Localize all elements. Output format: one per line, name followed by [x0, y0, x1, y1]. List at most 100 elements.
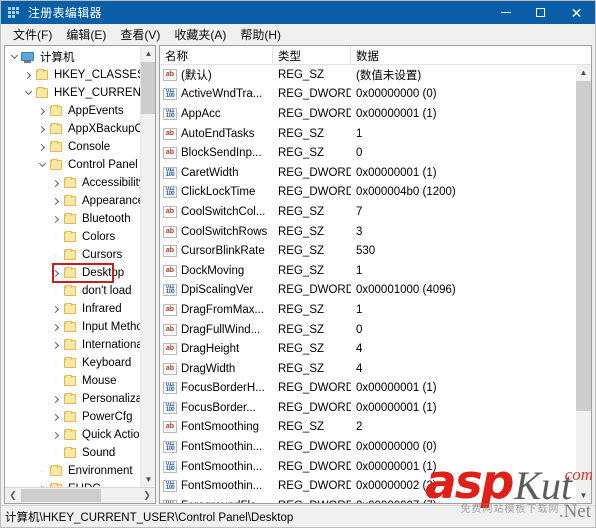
value-name: DockMoving [181, 264, 245, 277]
tree-scroll-up-icon[interactable]: ▲ [141, 46, 155, 61]
tree-node-environment[interactable]: · Environment [5, 462, 155, 480]
value-row[interactable]: ab DragFromMax... REG_SZ 1 [160, 300, 576, 320]
chevron-right-icon[interactable] [35, 120, 49, 138]
tree-node-don-t-load[interactable]: · don't load [5, 282, 155, 300]
chevron-down-icon[interactable] [21, 84, 35, 102]
tree-node-powercfg[interactable]: PowerCfg [5, 408, 155, 426]
close-button[interactable]: ✕ [558, 1, 595, 24]
tree-node-quick-actions[interactable]: Quick Actions [5, 426, 155, 444]
tree-node-console[interactable]: Console [5, 138, 155, 156]
chevron-right-icon[interactable] [35, 102, 49, 120]
column-header-data[interactable]: 数据 [351, 46, 591, 64]
value-name-cell: 011 100 AppAcc [160, 107, 273, 120]
value-row[interactable]: 011100 ForegroundFla... REG_DWORD0x0000000… [160, 496, 576, 503]
tree-horizontal-scrollbar[interactable]: ❮ ❯ [5, 487, 155, 503]
value-row[interactable]: 011 100 DpiScalingVer REG_DWORD 0x00001000 (… [160, 281, 576, 301]
chevron-right-icon[interactable] [35, 480, 49, 487]
value-row[interactable]: ab (默认) REG_SZ (数值未设置) [160, 65, 576, 85]
column-header-name[interactable]: 名称 [160, 46, 273, 64]
tree-node-infrared[interactable]: Infrared [5, 300, 155, 318]
value-type: REG_SZ [278, 127, 325, 140]
tree-node-eudc[interactable]: EUDC [5, 480, 155, 487]
folder-icon [63, 285, 77, 297]
minimize-button[interactable] [488, 1, 523, 24]
tree-vertical-scrollbar[interactable]: ▲ ▼ [140, 46, 155, 487]
chevron-right-icon[interactable] [21, 66, 35, 84]
value-type: REG_DWORD [278, 441, 351, 454]
chevron-right-icon[interactable] [49, 174, 63, 192]
value-row[interactable]: 011 100 FocusBorderH... REG_DWORD 0x00000001… [160, 379, 576, 399]
tree-scroll-thumb[interactable] [141, 62, 155, 114]
dword-value-icon: 011100 [163, 480, 177, 493]
value-row[interactable]: 011 100 ActiveWndTra... REG_DWORD 0x00000000… [160, 85, 576, 105]
chevron-right-icon[interactable] [49, 318, 63, 336]
values-scroll-down-icon[interactable]: ▼ [576, 488, 591, 503]
menu-view[interactable]: 查看(V) [114, 24, 168, 46]
chevron-right-icon[interactable] [49, 192, 63, 210]
tree-scroll-right-icon[interactable]: ❯ [139, 488, 155, 503]
value-row[interactable]: 011 100 FontSmoothin... REG_DWORD 0x00000001… [160, 457, 576, 477]
chevron-down-icon[interactable] [35, 156, 49, 174]
tree-node-hkey-current-user[interactable]: HKEY_CURRENT_USER [5, 84, 155, 102]
tree-node-mouse[interactable]: · Mouse [5, 372, 155, 390]
values-vertical-scrollbar[interactable]: ▲ ▼ [576, 65, 591, 503]
menu-favorites[interactable]: 收藏夹(A) [168, 24, 234, 46]
tree-node-desktop[interactable]: Desktop [5, 264, 155, 282]
tree-node-[interactable]: 计算机 [5, 48, 155, 66]
tree-node-bluetooth[interactable]: Bluetooth [5, 210, 155, 228]
tree-node-cursors[interactable]: · Cursors [5, 246, 155, 264]
chevron-right-icon[interactable] [49, 210, 63, 228]
tree-node-personalization[interactable]: Personalization [5, 390, 155, 408]
value-row[interactable]: ab CursorBlinkRate REG_SZ 530 [160, 241, 576, 261]
tree-node-control-panel[interactable]: Control Panel [5, 156, 155, 174]
value-row[interactable]: ab AutoEndTasks REG_SZ 1 [160, 124, 576, 144]
chevron-right-icon[interactable] [49, 336, 63, 354]
value-data: 4 [356, 362, 363, 375]
tree-hscroll-thumb[interactable] [21, 489, 102, 502]
tree-node-colors[interactable]: · Colors [5, 228, 155, 246]
value-row[interactable]: 011 100 FocusBorder... REG_DWORD 0x00000001 … [160, 398, 576, 418]
value-row[interactable]: ab CoolSwitchCol... REG_SZ 7 [160, 202, 576, 222]
value-row[interactable]: 011 100 AppAcc REG_DWORD 0x00000001 (1) [160, 104, 576, 124]
values-scroll-thumb[interactable] [576, 81, 591, 411]
tree-node-international[interactable]: International [5, 336, 155, 354]
menu-file[interactable]: 文件(F) [7, 24, 60, 46]
values-scroll-up-icon[interactable]: ▲ [576, 65, 591, 80]
value-row[interactable]: ab FontSmoothing REG_SZ 2 [160, 418, 576, 438]
chevron-right-icon[interactable] [49, 264, 63, 282]
value-row[interactable]: ab DragWidth REG_SZ 4 [160, 359, 576, 379]
tree-scroll-down-icon[interactable]: ▼ [141, 472, 155, 487]
value-row[interactable]: ab DragFullWind... REG_SZ 0 [160, 320, 576, 340]
tree-hscroll-track[interactable] [21, 488, 139, 503]
tree-node-input-method[interactable]: Input Method [5, 318, 155, 336]
chevron-right-icon[interactable] [49, 390, 63, 408]
value-name: AutoEndTasks [181, 127, 255, 140]
tree-scroll-left-icon[interactable]: ❮ [5, 488, 21, 503]
tree-node-sound[interactable]: · Sound [5, 444, 155, 462]
menu-edit[interactable]: 编辑(E) [60, 24, 114, 46]
chevron-right-icon[interactable] [35, 138, 49, 156]
value-row[interactable]: ab BlockSendInp... REG_SZ 0 [160, 143, 576, 163]
value-type: REG_DWORD [278, 460, 351, 473]
value-row[interactable]: 011 100 ClickLockTime REG_DWORD 0x000004b0 (… [160, 183, 576, 203]
chevron-right-icon[interactable] [49, 408, 63, 426]
tree-node-accessibility[interactable]: Accessibility [5, 174, 155, 192]
tree-node-appearance[interactable]: Appearance [5, 192, 155, 210]
chevron-right-icon[interactable] [49, 300, 63, 318]
chevron-down-icon[interactable] [7, 48, 21, 66]
value-row[interactable]: 011 100 CaretWidth REG_DWORD 0x00000001 (1) [160, 163, 576, 183]
maximize-button[interactable] [523, 1, 558, 24]
value-row[interactable]: ab DragHeight REG_SZ 4 [160, 339, 576, 359]
tree-node-appevents[interactable]: AppEvents [5, 102, 155, 120]
value-row[interactable]: 011 100 FontSmoothin... REG_DWORD 0x00000002… [160, 476, 576, 496]
menu-help[interactable]: 帮助(H) [234, 24, 289, 46]
value-row[interactable]: ab CoolSwitchRows REG_SZ 3 [160, 222, 576, 242]
dword-value-icon: 011100 [163, 401, 177, 414]
value-row[interactable]: 011 100 FontSmoothin... REG_DWORD 0x00000000… [160, 437, 576, 457]
tree-node-keyboard[interactable]: · Keyboard [5, 354, 155, 372]
tree-node-appxbackupconter[interactable]: AppXBackupConter [5, 120, 155, 138]
tree-node-hkey-classes-root[interactable]: HKEY_CLASSES_ROOT [5, 66, 155, 84]
value-row[interactable]: ab DockMoving REG_SZ 1 [160, 261, 576, 281]
chevron-right-icon[interactable] [49, 426, 63, 444]
column-header-type[interactable]: 类型 [273, 46, 351, 64]
